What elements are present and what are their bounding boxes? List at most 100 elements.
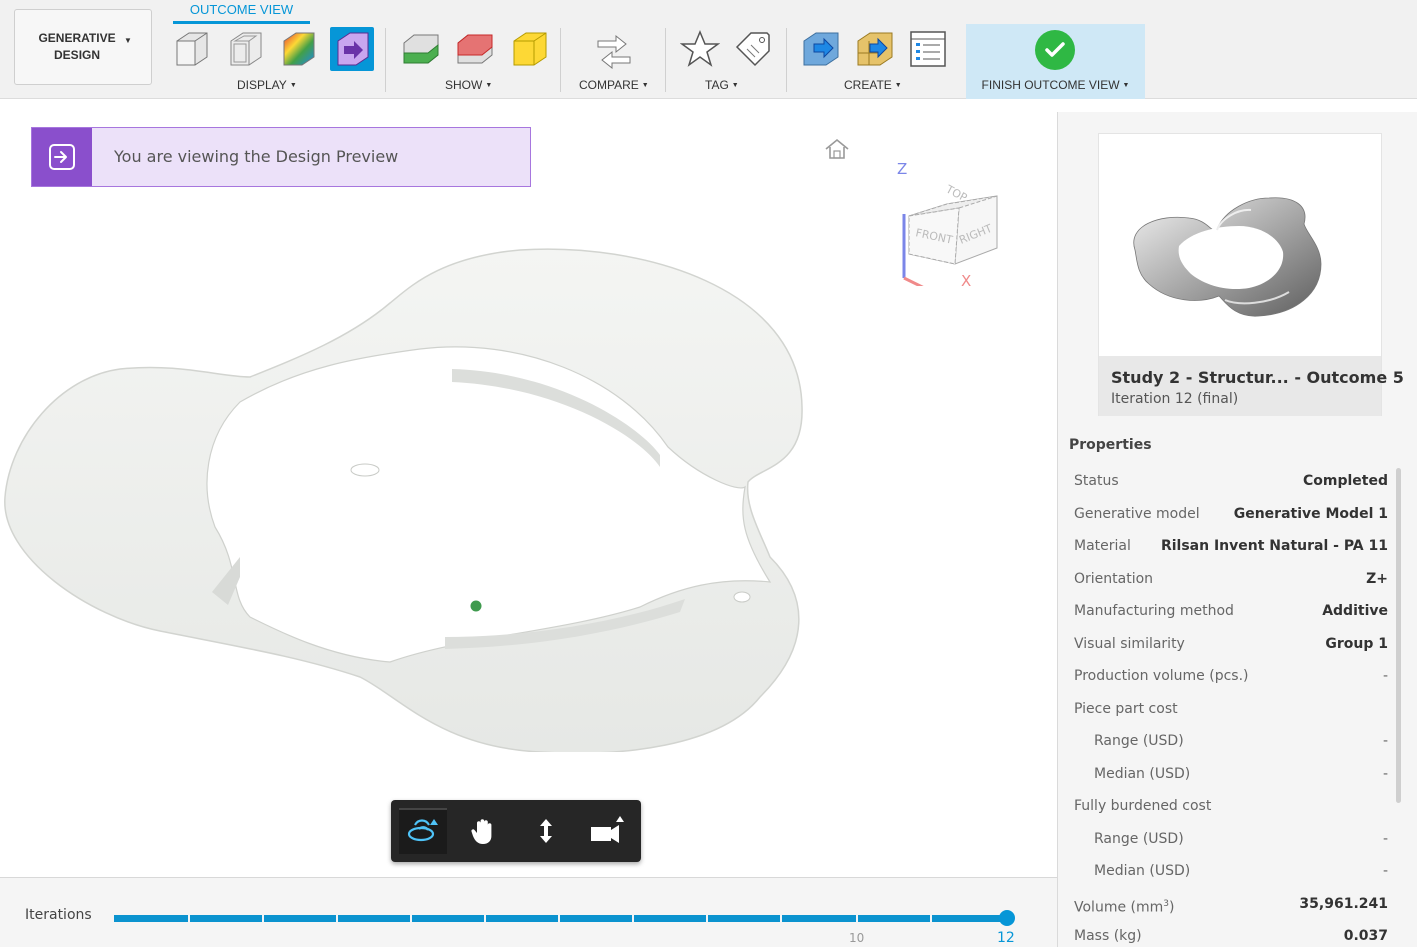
outcome-caption: Study 2 - Structur... - Outcome 5 Iterat…: [1099, 356, 1404, 416]
compare-menu[interactable]: COMPARE ▼: [579, 78, 649, 92]
toolbar: GENERATIVE DESIGN ▼ OUTCOME VIEW DISPLAY ▼…: [0, 0, 1417, 99]
origin-point: [470, 600, 482, 612]
property-row: Production volume (pcs.) -: [1074, 660, 1388, 693]
property-value: Z+: [1366, 570, 1388, 587]
wireframe-cube-icon[interactable]: [223, 27, 267, 71]
property-key: Status: [1074, 473, 1119, 489]
property-key: Visual similarity: [1074, 635, 1185, 652]
export-design-icon[interactable]: [798, 27, 842, 71]
property-row: Orientation Z+: [1074, 563, 1388, 596]
toolbar-divider: [665, 28, 666, 92]
iteration-slider-track[interactable]: [114, 915, 1007, 922]
design-preview-banner: You are viewing the Design Preview: [31, 127, 531, 187]
orbit-icon[interactable]: [399, 808, 447, 854]
iteration-slider-bar: Iterations 10 12: [0, 877, 1057, 947]
property-key: Production volume (pcs.): [1074, 668, 1249, 684]
property-key: Material: [1074, 538, 1131, 554]
property-value: Rilsan Invent Natural - PA 11: [1160, 538, 1388, 554]
property-group-header: Fully burdened cost: [1074, 790, 1388, 823]
property-value: 0.037: [1343, 928, 1388, 944]
property-key: Median (USD): [1094, 765, 1191, 782]
iteration-slider-thumb[interactable]: [999, 910, 1015, 926]
outcome-name: Study 2 - Structur... - Outcome 5: [1111, 368, 1404, 387]
workspace-label-line2: DESIGN: [54, 48, 101, 62]
stress-map-icon[interactable]: [276, 27, 320, 71]
property-row: Generative model Generative Model 1: [1074, 498, 1388, 531]
toolbar-divider: [560, 28, 561, 92]
chevron-down-icon: ▼: [124, 35, 132, 45]
create-drawing-icon[interactable]: [906, 27, 950, 71]
property-row: Median (USD) -: [1074, 855, 1388, 888]
property-row: Mass (kg) 0.037: [1074, 920, 1388, 947]
finish-outcome-view-label: FINISH OUTCOME VIEW ▼: [981, 78, 1130, 92]
iteration-tick-label: 10: [849, 931, 865, 945]
property-key: Piece part cost: [1074, 700, 1178, 717]
star-icon[interactable]: [678, 27, 722, 71]
properties-heading: Properties: [1069, 437, 1152, 453]
tab-outcome-view[interactable]: OUTCOME VIEW: [173, 0, 310, 24]
chevron-down-icon: ▼: [485, 82, 493, 89]
create-mesh-icon[interactable]: [852, 27, 896, 71]
x-axis-line: [903, 276, 962, 308]
property-value: -: [1382, 765, 1388, 782]
property-row: Volume (mm3) 35,961.241: [1074, 888, 1388, 921]
show-green-icon[interactable]: [398, 27, 442, 71]
toolbar-divider: [786, 28, 787, 92]
property-row: Visual similarity Group 1: [1074, 628, 1388, 661]
panel-scrollbar[interactable]: [1396, 468, 1401, 803]
finish-check-icon: [1035, 30, 1075, 70]
iteration-current-label: 12: [997, 930, 1015, 946]
property-key: Range (USD): [1094, 830, 1184, 847]
property-group-header: Piece part cost: [1074, 693, 1388, 726]
viewcube[interactable]: TOP FRONT RIGHT Z X: [893, 156, 1013, 308]
property-row: Status Completed: [1074, 465, 1388, 498]
show-yellow-icon[interactable]: [506, 27, 550, 71]
workspace-switcher-button[interactable]: GENERATIVE DESIGN ▼: [14, 9, 152, 85]
pan-icon[interactable]: [459, 808, 507, 854]
property-key: Manufacturing method: [1074, 603, 1234, 619]
finish-outcome-view-button[interactable]: FINISH OUTCOME VIEW ▼: [966, 24, 1145, 99]
design-preview-message: You are viewing the Design Preview: [114, 147, 399, 166]
preview-mode-icon[interactable]: [330, 27, 374, 71]
display-menu[interactable]: DISPLAY ▼: [237, 78, 297, 92]
tag-icon[interactable]: [731, 27, 775, 71]
outcome-thumbnail-card[interactable]: Study 2 - Structur... - Outcome 5 Iterat…: [1098, 133, 1404, 416]
outcome-properties-panel: Study 2 - Structur... - Outcome 5 Iterat…: [1057, 112, 1417, 947]
show-red-icon[interactable]: [452, 27, 496, 71]
property-key: Volume (mm3): [1074, 898, 1175, 916]
property-row: Manufacturing method Additive: [1074, 595, 1388, 628]
property-value: -: [1382, 863, 1388, 879]
tag-menu[interactable]: TAG ▼: [705, 78, 739, 92]
axis-z-label: Z: [897, 160, 907, 178]
create-menu[interactable]: CREATE ▼: [844, 78, 902, 92]
zoom-icon[interactable]: [522, 808, 570, 854]
outcome-iteration: Iteration 12 (final): [1111, 391, 1239, 407]
camera-icon[interactable]: [583, 808, 631, 854]
chevron-down-icon: ▼: [289, 82, 297, 89]
workspace-label-line1: GENERATIVE: [38, 31, 116, 45]
shaded-cube-icon[interactable]: [169, 27, 213, 71]
iterations-label: Iterations: [25, 907, 92, 923]
outcome-thumbnail-image: [1099, 134, 1381, 356]
property-value: -: [1382, 830, 1388, 847]
chevron-down-icon: ▼: [641, 82, 649, 89]
property-key: Fully burdened cost: [1074, 798, 1212, 814]
property-value: -: [1382, 668, 1388, 684]
preview-mode-icon: [32, 128, 92, 186]
property-key: Median (USD): [1094, 863, 1191, 879]
axis-x-label: X: [961, 272, 971, 286]
property-value: Completed: [1302, 473, 1388, 489]
property-row: Range (USD) -: [1074, 823, 1388, 856]
home-view-icon[interactable]: [823, 137, 851, 165]
canvas-viewport[interactable]: You are viewing the Design Preview TOP F…: [0, 112, 1057, 876]
property-row: Median (USD) -: [1074, 758, 1388, 791]
property-key: Orientation: [1074, 570, 1154, 587]
generative-design-model[interactable]: [0, 242, 820, 793]
show-menu[interactable]: SHOW ▼: [445, 78, 492, 92]
property-value: Additive: [1322, 603, 1388, 619]
property-row: Material Rilsan Invent Natural - PA 11: [1074, 530, 1388, 563]
navigation-toolbar: [391, 800, 641, 862]
property-key: Generative model: [1074, 505, 1200, 522]
property-value: Generative Model 1: [1233, 505, 1388, 522]
compare-arrows-icon[interactable]: [592, 27, 636, 71]
